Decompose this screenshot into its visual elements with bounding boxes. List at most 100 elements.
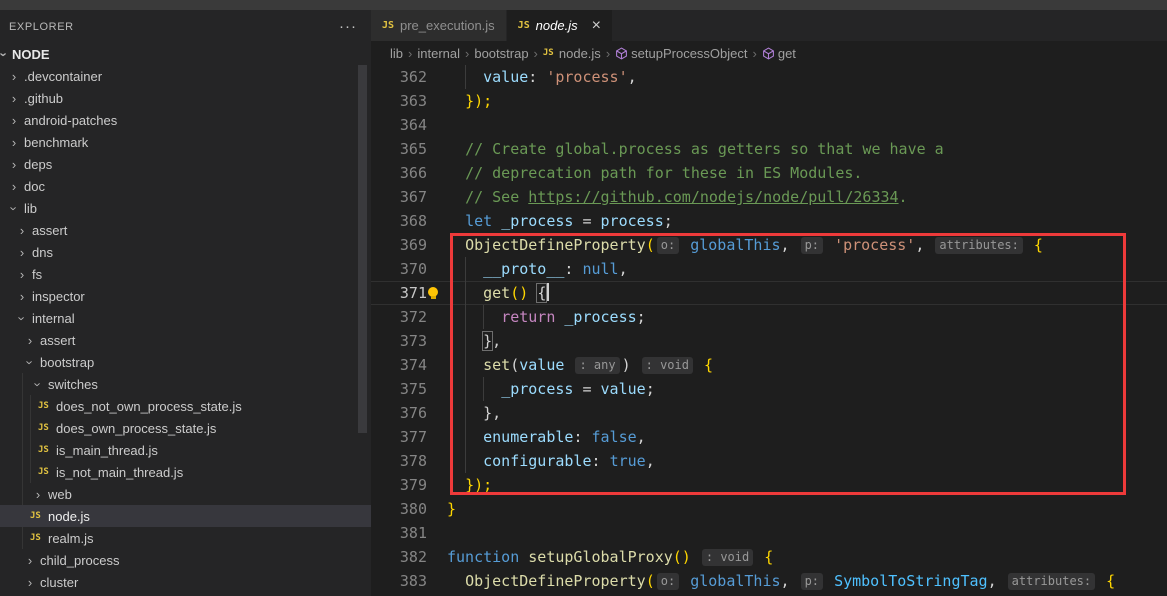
js-file-icon: JS	[38, 445, 54, 455]
line-number: 370	[371, 257, 427, 281]
tree-item-web[interactable]: ›web	[0, 483, 371, 505]
code-line-374[interactable]: 374 set(value : any) : void {	[371, 353, 1167, 377]
code-text: ObjectDefineProperty(o: globalThis, p: '…	[447, 233, 1043, 257]
tree-item-label: web	[46, 487, 72, 502]
chevron-right-icon: ›	[6, 179, 22, 194]
code-line-378[interactable]: 378 configurable: true,	[371, 449, 1167, 473]
chevron-down-icon: ›	[23, 354, 38, 370]
tree-item-benchmark[interactable]: ›benchmark	[0, 131, 371, 153]
tree-item-deps[interactable]: ›deps	[0, 153, 371, 175]
tree-item-label: assert	[38, 333, 75, 348]
line-number: 367	[371, 185, 427, 209]
code-line-367[interactable]: 367 // See https://github.com/nodejs/nod…	[371, 185, 1167, 209]
tree-item-does_own_process_state.js[interactable]: JSdoes_own_process_state.js	[0, 417, 371, 439]
code-line-366[interactable]: 366 // deprecation path for these in ES …	[371, 161, 1167, 185]
breadcrumb-separator: ›	[534, 46, 538, 61]
line-number: 374	[371, 353, 427, 377]
chevron-right-icon: ›	[6, 157, 22, 172]
tree-item-label: .devcontainer	[22, 69, 102, 84]
tree-item-label: switches	[46, 377, 98, 392]
code-text: return _process;	[447, 305, 646, 329]
breadcrumb: lib›internal›bootstrap›JSnode.js›setupPr…	[371, 41, 1167, 65]
code-line-369[interactable]: 369 ObjectDefineProperty(o: globalThis, …	[371, 233, 1167, 257]
tree-item-child_process[interactable]: ›child_process	[0, 549, 371, 571]
lightbulb-icon[interactable]	[428, 287, 438, 297]
code-line-362[interactable]: 362 value: 'process',	[371, 65, 1167, 89]
tree-item-node.js[interactable]: JSnode.js	[0, 505, 371, 527]
code-text: configurable: true,	[447, 449, 655, 473]
line-number: 377	[371, 425, 427, 449]
code-editor[interactable]: 362 value: 'process',363 });364365 // Cr…	[371, 65, 1167, 596]
line-number: 375	[371, 377, 427, 401]
tree-item-label: cluster	[38, 575, 78, 590]
breadcrumb-item-lib[interactable]: lib	[390, 46, 403, 61]
explorer-sidebar: EXPLORER ··· › NODE ›.devcontainer›.gith…	[0, 10, 371, 596]
tree-item-fs[interactable]: ›fs	[0, 263, 371, 285]
breadcrumb-item-bootstrap[interactable]: bootstrap	[474, 46, 528, 61]
chevron-right-icon: ›	[6, 91, 22, 106]
tree-item-is_not_main_thread.js[interactable]: JSis_not_main_thread.js	[0, 461, 371, 483]
tree-item-dns[interactable]: ›dns	[0, 241, 371, 263]
code-text: let _process = process;	[447, 209, 673, 233]
breadcrumb-item-node.js[interactable]: JSnode.js	[543, 46, 601, 61]
editor-area: JSpre_execution.jsJSnode.js× lib›interna…	[371, 10, 1167, 596]
tab-pre_execution.js[interactable]: JSpre_execution.js	[371, 10, 507, 41]
code-line-363[interactable]: 363 });	[371, 89, 1167, 113]
code-line-381[interactable]: 381	[371, 521, 1167, 545]
line-number: 378	[371, 449, 427, 473]
tree-item-internal[interactable]: ›internal	[0, 307, 371, 329]
tree-item-bootstrap[interactable]: ›bootstrap	[0, 351, 371, 373]
code-line-379[interactable]: 379 });	[371, 473, 1167, 497]
tree-item-.devcontainer[interactable]: ›.devcontainer	[0, 65, 371, 87]
tree-item-realm.js[interactable]: JSrealm.js	[0, 527, 371, 549]
chevron-right-icon: ›	[22, 575, 38, 590]
code-line-372[interactable]: 372 return _process;	[371, 305, 1167, 329]
line-number: 369	[371, 233, 427, 257]
file-tree: ›.devcontainer›.github›android-patches›b…	[0, 65, 371, 593]
code-line-383[interactable]: 383 ObjectDefineProperty(o: globalThis, …	[371, 569, 1167, 593]
breadcrumb-item-get[interactable]: get	[762, 46, 796, 61]
breadcrumb-label: node.js	[559, 46, 601, 61]
code-line-370[interactable]: 370 __proto__: null,	[371, 257, 1167, 281]
close-icon[interactable]: ×	[592, 19, 601, 33]
code-line-382[interactable]: 382function setupGlobalProxy() : void {	[371, 545, 1167, 569]
code-line-371[interactable]: 371 get() {	[371, 281, 1167, 305]
sidebar-scrollbar[interactable]	[358, 65, 367, 433]
chevron-right-icon: ›	[6, 113, 22, 128]
line-number: 380	[371, 497, 427, 521]
symbol-cube-icon	[762, 47, 775, 60]
code-line-373[interactable]: 373 },	[371, 329, 1167, 353]
tree-item-switches[interactable]: ›switches	[0, 373, 371, 395]
code-line-375[interactable]: 375 _process = value;	[371, 377, 1167, 401]
code-line-365[interactable]: 365 // Create global.process as getters …	[371, 137, 1167, 161]
tree-item-cluster[interactable]: ›cluster	[0, 571, 371, 593]
tree-item-does_not_own_process_state.js[interactable]: JSdoes_not_own_process_state.js	[0, 395, 371, 417]
code-text: value: 'process',	[447, 65, 637, 89]
code-line-377[interactable]: 377 enumerable: false,	[371, 425, 1167, 449]
js-file-icon: JS	[382, 20, 400, 31]
tree-item-label: deps	[22, 157, 52, 172]
line-number: 364	[371, 113, 427, 137]
tree-item-label: doc	[22, 179, 45, 194]
code-text: }	[447, 497, 456, 521]
code-text: __proto__: null,	[447, 257, 628, 281]
code-line-376[interactable]: 376 },	[371, 401, 1167, 425]
tree-item-is_main_thread.js[interactable]: JSis_main_thread.js	[0, 439, 371, 461]
chevron-right-icon: ›	[14, 223, 30, 238]
tree-item-doc[interactable]: ›doc	[0, 175, 371, 197]
breadcrumb-item-internal[interactable]: internal	[417, 46, 460, 61]
tree-item-assert[interactable]: ›assert	[0, 329, 371, 351]
tree-item-lib[interactable]: ›lib	[0, 197, 371, 219]
tree-item-assert[interactable]: ›assert	[0, 219, 371, 241]
breadcrumb-label: setupProcessObject	[631, 46, 747, 61]
line-number: 368	[371, 209, 427, 233]
code-line-368[interactable]: 368 let _process = process;	[371, 209, 1167, 233]
tree-item-inspector[interactable]: ›inspector	[0, 285, 371, 307]
tree-item-.github[interactable]: ›.github	[0, 87, 371, 109]
chevron-right-icon: ›	[22, 333, 38, 348]
tab-node.js[interactable]: JSnode.js×	[507, 10, 613, 41]
tree-item-android-patches[interactable]: ›android-patches	[0, 109, 371, 131]
code-line-364[interactable]: 364	[371, 113, 1167, 137]
breadcrumb-item-setupProcessObject[interactable]: setupProcessObject	[615, 46, 747, 61]
code-line-380[interactable]: 380}	[371, 497, 1167, 521]
